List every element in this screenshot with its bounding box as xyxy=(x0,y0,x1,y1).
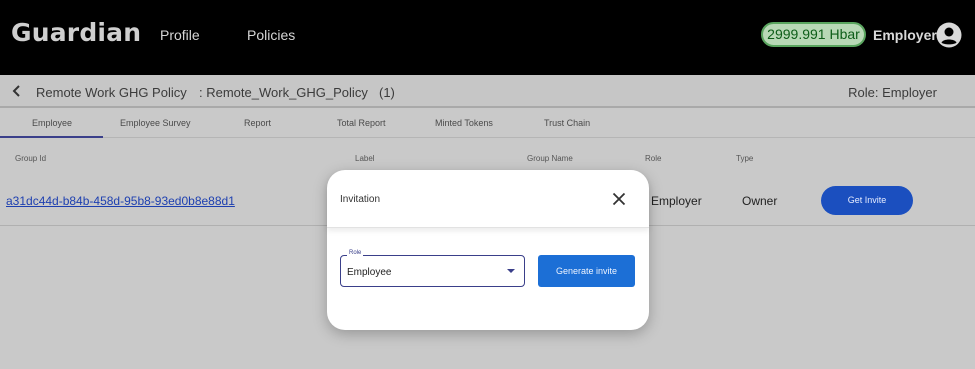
top-header: Guardian Profile Policies 2999.991 Hbar … xyxy=(0,0,975,75)
policy-tabs: Employee Employee Survey Report Total Re… xyxy=(0,110,975,138)
group-id-link[interactable]: a31dc44d-b84b-458d-95b8-93ed0b8e88d1 xyxy=(6,194,235,208)
nav-policies[interactable]: Policies xyxy=(247,27,295,43)
role-label: Role: Employer xyxy=(848,85,937,100)
column-header-group-id: Group Id xyxy=(15,154,47,163)
balance-badge: 2999.991 Hbar xyxy=(761,22,866,47)
tab-report[interactable]: Report xyxy=(244,118,271,128)
close-icon[interactable] xyxy=(612,192,626,206)
column-header-type: Type xyxy=(736,154,754,163)
column-header-label: Label xyxy=(355,154,375,163)
tab-trust-chain[interactable]: Trust Chain xyxy=(544,118,590,128)
app-logo[interactable]: Guardian xyxy=(11,18,141,47)
user-name[interactable]: Employer xyxy=(873,27,937,43)
invitation-dialog: Invitation Role Employee Generate invite xyxy=(327,170,649,330)
tab-total-report[interactable]: Total Report xyxy=(337,118,386,128)
policy-count: (1) xyxy=(379,85,395,100)
column-header-group-name: Group Name xyxy=(527,154,573,163)
account-circle-icon[interactable] xyxy=(936,22,962,48)
column-header-role: Role xyxy=(645,154,662,163)
row-type: Owner xyxy=(742,194,778,208)
get-invite-button[interactable]: Get Invite xyxy=(821,186,913,215)
role-select[interactable]: Role Employee xyxy=(340,250,525,287)
breadcrumb: Remote Work GHG Policy : Remote_Work_GHG… xyxy=(0,75,975,108)
active-tab-indicator xyxy=(0,136,103,138)
tab-employee-survey[interactable]: Employee Survey xyxy=(120,118,191,128)
generate-invite-button[interactable]: Generate invite xyxy=(538,255,635,287)
role-select-label: Role xyxy=(347,250,364,256)
tab-minted-tokens[interactable]: Minted Tokens xyxy=(435,118,493,128)
role-select-value: Employee xyxy=(347,267,392,278)
tab-employee[interactable]: Employee xyxy=(32,118,72,128)
nav-profile[interactable]: Profile xyxy=(160,27,200,43)
policy-id: : Remote_Work_GHG_Policy xyxy=(199,85,368,100)
dropdown-arrow-icon xyxy=(507,269,515,273)
row-role: Employer xyxy=(651,194,702,208)
chevron-left-icon[interactable] xyxy=(10,84,24,98)
dialog-header: Invitation xyxy=(327,170,649,228)
dialog-title: Invitation xyxy=(340,194,381,205)
policy-name: Remote Work GHG Policy xyxy=(36,85,187,100)
